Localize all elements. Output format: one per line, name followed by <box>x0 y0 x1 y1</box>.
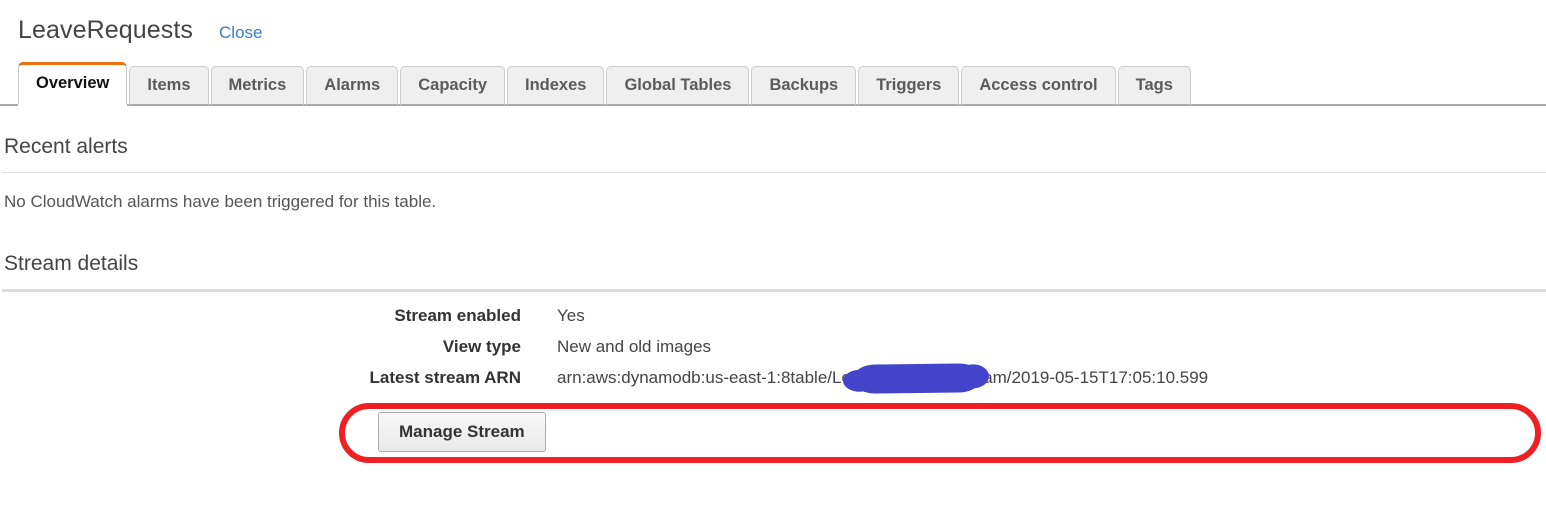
tab-label: Triggers <box>876 76 942 94</box>
tab-label: Tags <box>1135 76 1173 94</box>
tab-global-tables[interactable]: Global Tables <box>606 66 750 106</box>
tab-label: Items <box>147 76 191 94</box>
close-link[interactable]: Close <box>219 23 262 43</box>
tab-access-control[interactable]: Access control <box>961 66 1116 106</box>
tab-label: Metrics <box>228 76 287 94</box>
view-type-value: New and old images <box>557 337 712 356</box>
tab-label: Overview <box>36 74 110 92</box>
tab-metrics[interactable]: Metrics <box>210 66 305 106</box>
latest-stream-arn-row: Latest stream ARN arn:aws:dynamodb:us-ea… <box>2 363 1546 399</box>
view-type-row: View type New and old images <box>2 337 1546 368</box>
page-title: LeaveRequests <box>18 16 194 44</box>
tab-triggers[interactable]: Triggers <box>858 66 960 106</box>
recent-alerts-section: Recent alerts No CloudWatch alarms have … <box>0 135 1546 212</box>
tab-label: Capacity <box>418 76 488 94</box>
tab-label: Alarms <box>324 76 381 94</box>
tab-items[interactable]: Items <box>129 66 209 106</box>
table-header: LeaveRequests Close <box>0 0 1546 45</box>
stream-details-section: Stream details Stream enabled Yes View t… <box>0 252 1546 452</box>
tab-label: Indexes <box>525 76 587 94</box>
tab-backups[interactable]: Backups <box>751 66 857 106</box>
arn-prefix: arn:aws:dynamodb:us-east-1:8 <box>557 368 791 387</box>
stream-enabled-row: Stream enabled Yes <box>2 306 1546 337</box>
latest-stream-arn-label: Latest stream ARN <box>369 368 521 387</box>
tab-overview[interactable]: Overview <box>18 62 128 106</box>
tab-label: Global Tables <box>624 76 732 94</box>
tab-label: Access control <box>979 76 1098 94</box>
section-divider <box>2 289 1546 292</box>
tab-label: Backups <box>769 76 839 94</box>
stream-details-list: Stream enabled Yes View type New and old… <box>2 306 1546 399</box>
stream-enabled-value: Yes <box>557 306 585 325</box>
tab-capacity[interactable]: Capacity <box>400 66 506 106</box>
stream-details-title: Stream details <box>4 252 139 275</box>
latest-stream-arn-value: arn:aws:dynamodb:us-east-1:8table/LeaveR… <box>557 363 1208 394</box>
view-type-label: View type <box>442 337 521 356</box>
tab-tags[interactable]: Tags <box>1117 66 1191 106</box>
manage-stream-button[interactable]: Manage Stream <box>378 412 546 452</box>
redaction-mark <box>852 363 982 394</box>
tab-alarms[interactable]: Alarms <box>306 66 399 106</box>
tab-bar: Overview Items Metrics Alarms Capacity I… <box>0 62 1546 106</box>
stream-enabled-label: Stream enabled <box>394 306 521 325</box>
tab-indexes[interactable]: Indexes <box>507 66 605 106</box>
recent-alerts-title: Recent alerts <box>4 135 128 158</box>
recent-alerts-message: No CloudWatch alarms have been triggered… <box>4 192 437 211</box>
